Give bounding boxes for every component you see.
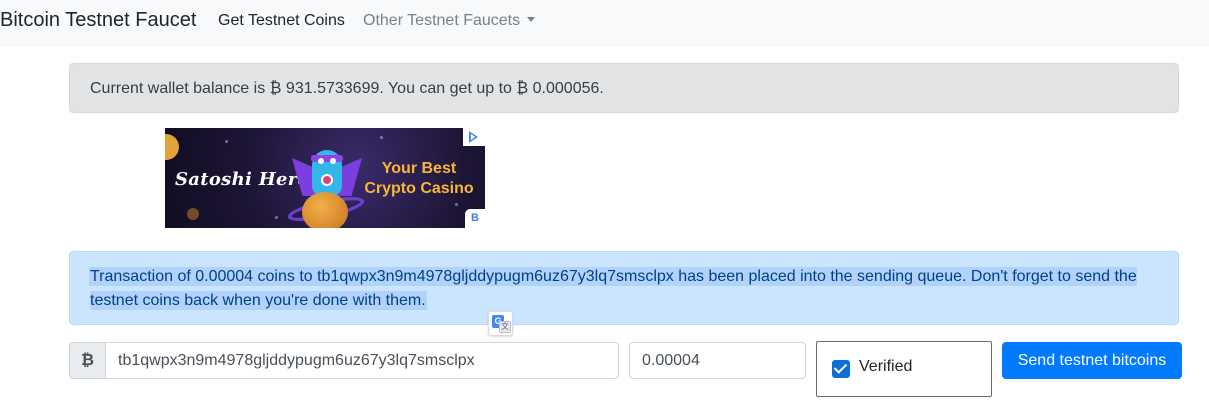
mascot-eye-graphic [318,158,324,164]
navbar-brand[interactable]: Bitcoin Testnet Faucet [0,8,196,32]
nav-dropdown-label: Other Testnet Faucets [363,12,521,29]
amount-input[interactable] [629,342,806,379]
transaction-alert-text: Transaction of 0.00004 coins to tb1qwpx3… [90,268,1137,309]
address-input[interactable] [105,342,619,379]
wallet-balance-text: Current wallet balance is ₿ 931.5733699.… [90,80,604,97]
nav-link-get-testnet-coins[interactable]: Get Testnet Coins [218,11,345,31]
mascot-emblem-graphic [321,174,333,186]
wallet-balance-alert: Current wallet balance is ₿ 931.5733699.… [69,63,1179,113]
google-translate-icon[interactable]: G 文 [488,311,513,336]
adchoices-icon[interactable] [463,128,485,146]
caret-down-icon [527,17,536,22]
star-graphic [380,136,383,139]
transaction-alert: Transaction of 0.00004 coins to tb1qwpx3… [69,251,1179,325]
coin-graphic [187,208,199,220]
ad-brand-logo: Satoshi Hero [175,169,310,190]
star-graphic [275,216,278,219]
send-testnet-bitcoins-button[interactable]: Send testnet bitcoins [1002,342,1182,379]
star-graphic [455,203,458,206]
nav-dropdown-other-faucets[interactable]: Other Testnet Faucets [363,11,536,31]
ad-tagline: Your Best Crypto Casino [364,160,474,197]
ad-badge[interactable]: B [465,209,485,228]
captcha-label: Verified [859,358,913,375]
mascot-mask-graphic [311,155,343,162]
navbar: Bitcoin Testnet Faucet Get Testnet Coins… [0,0,1209,47]
advertisement-banner[interactable]: Satoshi Hero Your Best Crypto Casino [165,128,485,228]
coin-graphic [165,134,179,160]
mascot-eye-graphic [330,158,336,164]
captcha-checkbox[interactable] [832,360,850,378]
planet-graphic [302,192,348,228]
captcha-widget[interactable]: Verified [816,341,992,397]
star-graphic [225,140,228,143]
bitcoin-symbol-addon: ₿ [69,342,106,379]
